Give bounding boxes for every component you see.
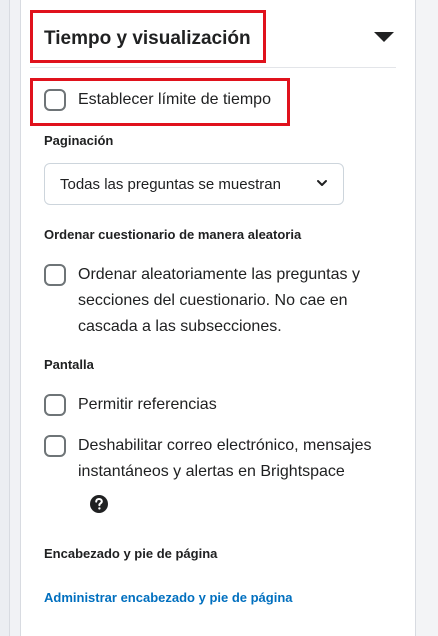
pagination-label: Paginación: [44, 133, 114, 148]
title-highlight-box: [30, 10, 266, 63]
disable-comms-line-1: Deshabilitar correo electrónico, mensaje…: [78, 437, 372, 454]
shuffle-option-label: Ordenar aleatoriamente las preguntas y s…: [78, 262, 360, 340]
time-limit-option[interactable]: Establecer límite de tiempo: [44, 87, 271, 113]
manage-header-footer-link[interactable]: Administrar encabezado y pie de página: [44, 590, 293, 605]
shuffle-option-line-2: secciones del cuestionario. No cae en: [78, 292, 348, 309]
display-label: Pantalla: [44, 357, 94, 372]
header-footer-label: Encabezado y pie de página: [44, 546, 218, 561]
disable-comms-label: Deshabilitar correo electrónico, mensaje…: [78, 433, 371, 485]
triangle-down-icon: [374, 32, 394, 42]
allow-hints-option[interactable]: Permitir referencias: [44, 392, 217, 418]
time-limit-checkbox[interactable]: [44, 89, 66, 111]
pagination-select[interactable]: Todas las preguntas se muestran: [44, 163, 344, 205]
collapse-toggle[interactable]: [372, 28, 396, 46]
shuffle-checkbox[interactable]: [44, 264, 66, 286]
shuffle-label: Ordenar cuestionario de manera aleatoria: [44, 227, 302, 242]
allow-hints-label: Permitir referencias: [78, 396, 217, 413]
allow-hints-checkbox[interactable]: [44, 394, 66, 416]
shuffle-option[interactable]: Ordenar aleatoriamente las preguntas y s…: [44, 262, 360, 340]
time-limit-label: Establecer límite de tiempo: [78, 91, 271, 108]
help-circle-icon[interactable]: [89, 494, 109, 514]
disable-comms-option[interactable]: Deshabilitar correo electrónico, mensaje…: [44, 433, 371, 485]
pagination-selected-value: Todas las preguntas se muestran: [60, 175, 281, 193]
header-divider: [30, 67, 396, 68]
shuffle-option-line-1: Ordenar aleatoriamente las preguntas y: [78, 266, 360, 283]
right-gutter: [415, 0, 438, 636]
disable-comms-checkbox[interactable]: [44, 435, 66, 457]
disable-comms-line-2: instantáneos y alertas en Brightspace: [78, 463, 345, 480]
shuffle-option-line-3: cascada a las subsecciones.: [78, 318, 282, 335]
chevron-down-icon: [317, 180, 327, 186]
page: Tiempo y visualización Establecer límite…: [0, 0, 438, 636]
left-rail: [0, 0, 10, 636]
